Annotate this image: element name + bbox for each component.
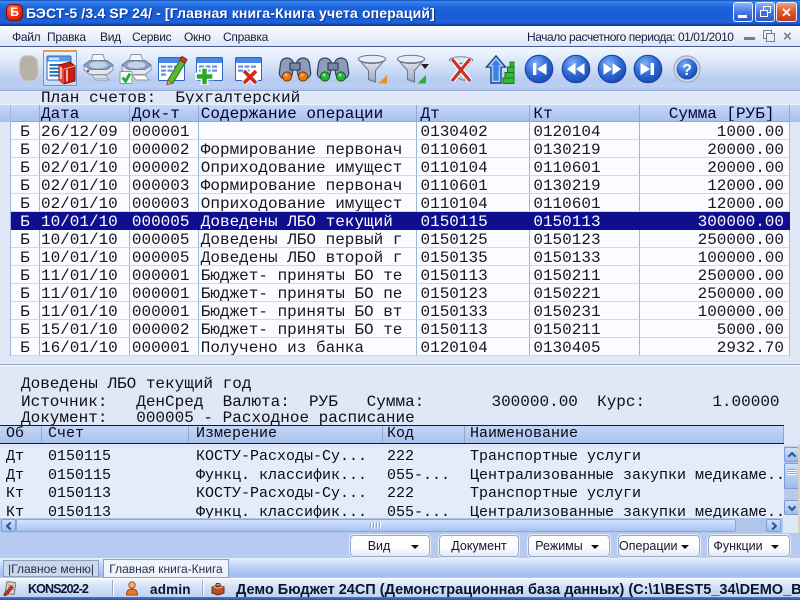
svg-text:?: ?: [682, 62, 692, 79]
